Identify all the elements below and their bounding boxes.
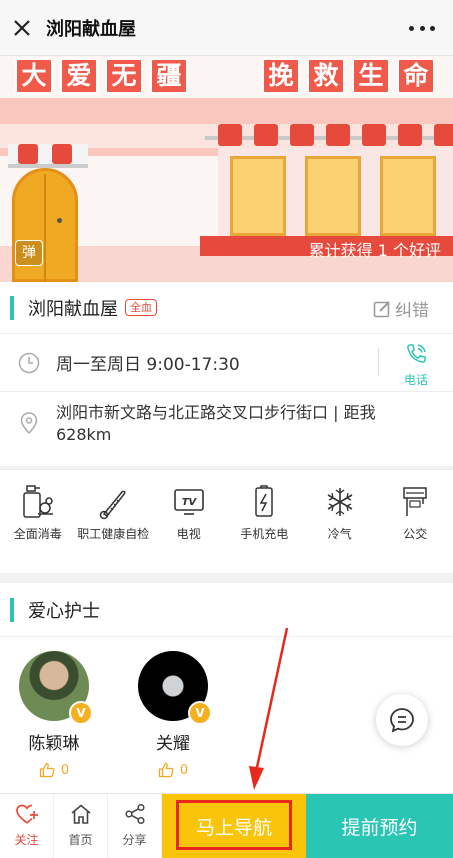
nurse-name: 关耀 bbox=[156, 734, 190, 754]
phone-button[interactable]: 电话 bbox=[392, 342, 440, 388]
station-name: 浏阳献血屋 bbox=[28, 298, 118, 320]
tv-icon: TV bbox=[173, 489, 204, 515]
nurses-section-header: 爱心护士 bbox=[0, 583, 453, 637]
danmaku-toggle[interactable]: 弹 bbox=[15, 240, 43, 266]
address-row[interactable]: 浏阳市新文路与北正路交叉口步行街口 | 距我628km bbox=[0, 392, 453, 464]
station-info-card: 浏阳献血屋 全血 纠错 周一至周日 9:00-17:30 电话 浏阳市新文路与北… bbox=[0, 282, 453, 466]
station-name-row: 浏阳献血屋 全血 纠错 bbox=[0, 282, 453, 334]
facility-item: 公交 bbox=[378, 470, 453, 573]
facility-item: 职工健康自检 bbox=[76, 470, 152, 573]
banner-illustration: 大 爱 无 疆 挽 救 生 命 弹 累计获得 1 个好评 bbox=[0, 56, 453, 282]
close-button[interactable] bbox=[0, 0, 44, 56]
book-appointment-button[interactable]: 提前预约 bbox=[306, 794, 453, 858]
thumbs-up-icon bbox=[158, 762, 174, 778]
facility-item: TV 电视 bbox=[151, 470, 227, 573]
home-icon bbox=[70, 804, 91, 824]
verified-badge: V bbox=[69, 701, 93, 725]
facility-item: 全面消毒 bbox=[0, 470, 76, 573]
blood-type-tag: 全血 bbox=[125, 299, 157, 316]
opening-hours: 周一至周日 9:00-17:30 bbox=[56, 355, 240, 375]
facility-label: 全面消毒 bbox=[13, 527, 62, 541]
follow-button[interactable]: 关注 bbox=[0, 794, 54, 858]
share-button[interactable]: 分享 bbox=[108, 794, 162, 858]
section-accent-bar bbox=[10, 597, 14, 622]
slogan-char: 大 bbox=[15, 58, 53, 94]
review-count: 累计获得 1 个好评 bbox=[308, 241, 441, 260]
navigate-button[interactable]: 马上导航 bbox=[162, 794, 306, 858]
facility-label: 公交 bbox=[403, 527, 428, 541]
nurse-card[interactable]: V 陈颖琳 0 bbox=[14, 651, 94, 778]
slogan-char: 疆 bbox=[150, 58, 188, 94]
nurse-card[interactable]: V 关耀 0 bbox=[133, 651, 213, 778]
sanitizer-icon bbox=[23, 485, 53, 518]
share-icon bbox=[124, 803, 145, 825]
page-title: 浏阳献血屋 bbox=[46, 18, 136, 40]
snowflake-icon bbox=[327, 488, 353, 516]
facility-item: 冷气 bbox=[302, 470, 378, 573]
like-button[interactable]: 0 bbox=[14, 762, 94, 778]
section-accent-bar bbox=[10, 295, 14, 320]
correction-label: 纠错 bbox=[395, 301, 429, 321]
book-label: 提前预约 bbox=[341, 816, 418, 839]
navigate-label: 马上导航 bbox=[195, 816, 272, 839]
svg-text:TV: TV bbox=[181, 497, 197, 508]
verified-badge: V bbox=[188, 701, 212, 725]
bus-icon bbox=[403, 487, 427, 516]
edit-icon bbox=[373, 300, 390, 317]
facility-item: 手机充电 bbox=[227, 470, 303, 573]
phone-charging-icon bbox=[255, 485, 273, 517]
home-button[interactable]: 首页 bbox=[54, 794, 108, 858]
location-pin-icon bbox=[20, 412, 38, 434]
station-address: 浏阳市新文路与北正路交叉口步行街口 | 距我628km bbox=[56, 403, 376, 444]
home-label: 首页 bbox=[68, 833, 93, 847]
section-title: 爱心护士 bbox=[28, 600, 100, 622]
slogan-char: 挽 bbox=[262, 58, 300, 94]
slogan-char: 生 bbox=[352, 58, 390, 94]
avatar: V bbox=[19, 651, 93, 725]
phone-icon bbox=[407, 344, 426, 363]
nurse-name: 陈颖琳 bbox=[28, 734, 80, 754]
slogan-char: 无 bbox=[105, 58, 143, 94]
facilities-row: 全面消毒 职工健康自检 TV 电视 手机充电 冷气 公交 bbox=[0, 469, 453, 573]
hours-row: 周一至周日 9:00-17:30 电话 bbox=[0, 334, 453, 392]
nurses-card: 爱心护士 V 陈颖琳 0 V 关耀 0 bbox=[0, 583, 453, 793]
avatar: V bbox=[138, 651, 212, 725]
thumbs-up-icon bbox=[39, 762, 55, 778]
more-button[interactable] bbox=[409, 18, 435, 38]
follow-label: 关注 bbox=[14, 833, 39, 847]
like-count: 0 bbox=[179, 762, 189, 778]
facility-label: 手机充电 bbox=[240, 527, 289, 541]
like-button[interactable]: 0 bbox=[133, 762, 213, 778]
bottom-action-bar: 关注 首页 分享 马上导航 提前预约 bbox=[0, 793, 453, 858]
share-label: 分享 bbox=[122, 833, 147, 847]
correction-button[interactable]: 纠错 bbox=[373, 296, 429, 321]
close-icon bbox=[14, 19, 30, 36]
heart-plus-icon bbox=[15, 804, 38, 824]
slogan-char: 命 bbox=[397, 58, 435, 94]
facility-label: 电视 bbox=[176, 527, 201, 541]
title-bar: 浏阳献血屋 bbox=[0, 0, 453, 56]
like-count: 0 bbox=[60, 762, 70, 778]
clock-icon bbox=[18, 352, 40, 373]
chat-icon bbox=[390, 708, 414, 733]
thermometer-icon bbox=[100, 490, 126, 520]
slogan-char: 爱 bbox=[60, 58, 98, 94]
phone-label: 电话 bbox=[403, 373, 428, 387]
slogan-char: 救 bbox=[307, 58, 345, 94]
facility-label: 冷气 bbox=[327, 527, 352, 541]
chat-button[interactable] bbox=[376, 694, 428, 746]
facility-label: 职工健康自检 bbox=[77, 527, 150, 541]
